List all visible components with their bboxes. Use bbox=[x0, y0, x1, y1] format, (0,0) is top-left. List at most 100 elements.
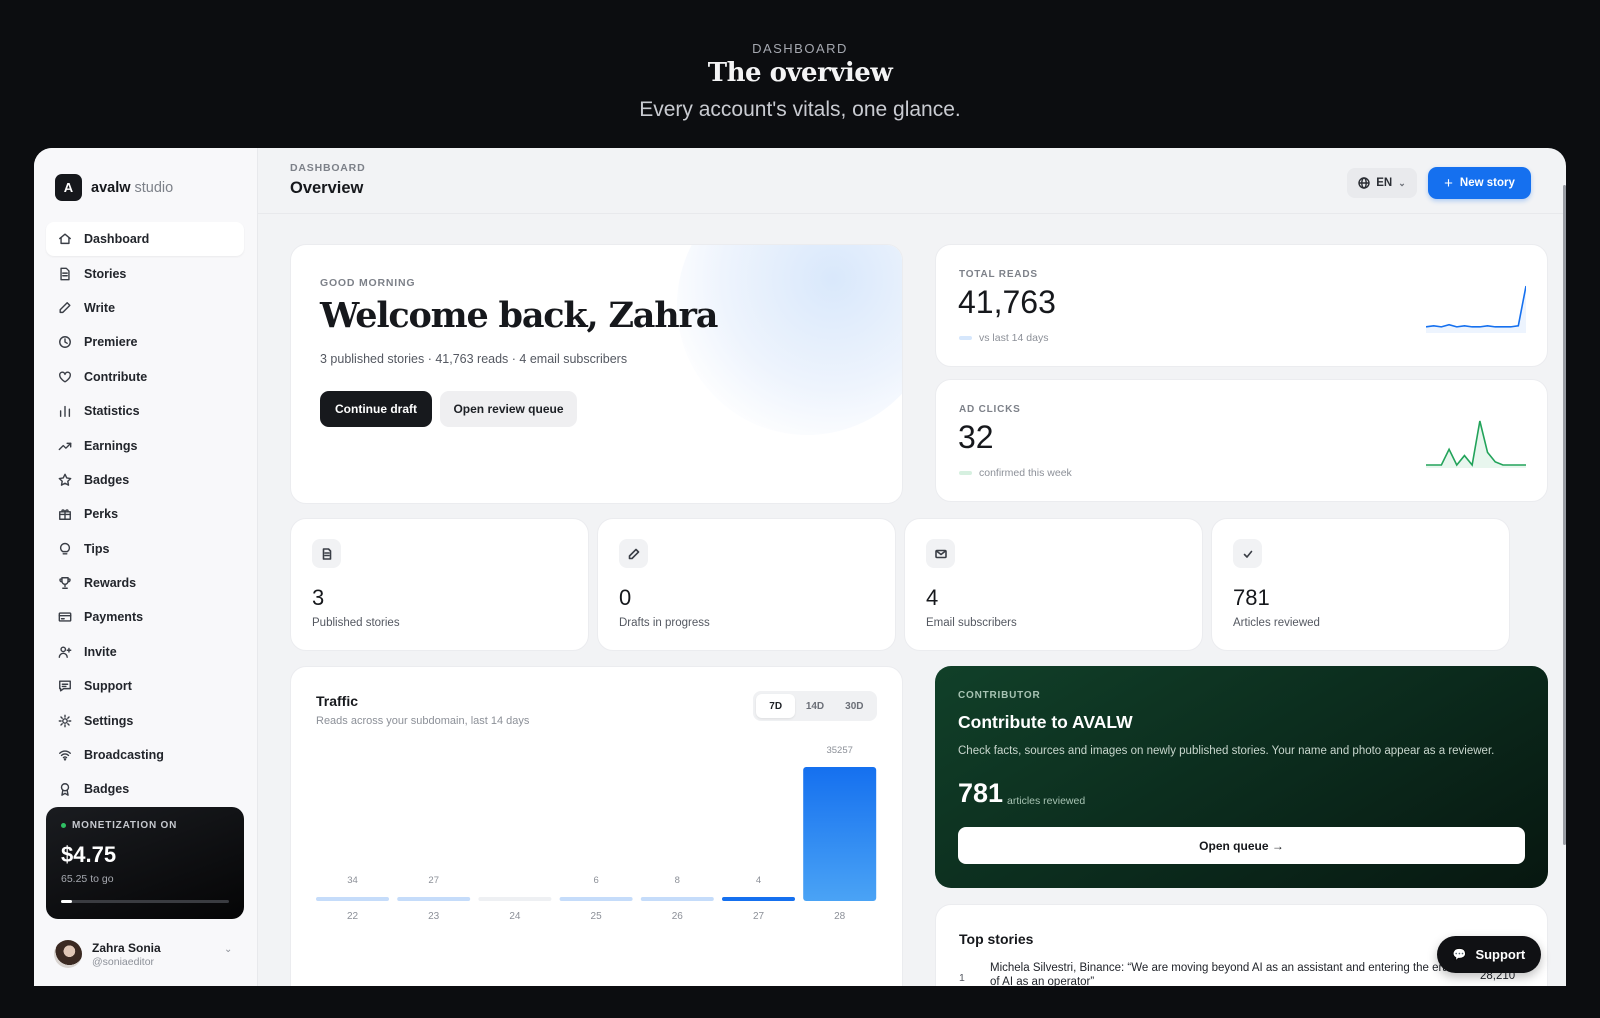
home-icon bbox=[59, 233, 71, 245]
welcome-card: GOOD MORNING Welcome back, Zahra 3 publi… bbox=[290, 244, 903, 504]
sidebar-item-label: Rewards bbox=[84, 576, 137, 591]
sidebar-item-rewards[interactable]: Rewards bbox=[46, 566, 244, 600]
sidebar-item-stories[interactable]: Stories bbox=[46, 256, 244, 290]
sidebar-item-perks[interactable]: Perks bbox=[46, 497, 244, 531]
monetization-amount: $4.75 bbox=[61, 842, 117, 867]
bar-28[interactable] bbox=[803, 767, 877, 901]
support-button[interactable]: 💬 Support bbox=[1437, 936, 1541, 973]
user-name: Zahra Sonia bbox=[92, 940, 161, 955]
welcome-meta: 3 published stories · 41,763 reads · 4 e… bbox=[320, 352, 628, 366]
bar-27[interactable] bbox=[722, 897, 795, 901]
total-reads-compare: vs last 14 days bbox=[959, 332, 1048, 344]
contributor-title: Contribute to AVALW bbox=[958, 712, 1133, 732]
bar-22[interactable] bbox=[316, 897, 389, 901]
story-title: Michela Silvestri, Binance: “We are movi… bbox=[990, 962, 1449, 986]
sidebar-item-badges[interactable]: Badges bbox=[46, 463, 244, 497]
new-story-button[interactable]: + New story bbox=[1428, 167, 1531, 199]
reviewed-count: 781 bbox=[958, 778, 1004, 808]
ad-clicks-value: 32 bbox=[958, 419, 994, 455]
trophy-icon bbox=[59, 577, 71, 590]
avatar bbox=[54, 940, 82, 968]
clicks-sparkline bbox=[1426, 418, 1526, 468]
sidebar-item-earnings[interactable]: Earnings bbox=[46, 428, 244, 462]
data-label: 27 bbox=[428, 875, 439, 886]
stat-card-subscribers[interactable]: 4 Email subscribers bbox=[904, 518, 1203, 651]
sparkline-line bbox=[1426, 286, 1526, 327]
sidebar-item-label: Broadcasting bbox=[84, 748, 164, 763]
sidebar-item-invite[interactable]: Invite bbox=[46, 635, 244, 669]
clock-icon bbox=[59, 336, 71, 349]
topbar: DASHBOARD Overview EN ⌄ + New story bbox=[258, 148, 1566, 214]
chevron-down-icon: ⌄ bbox=[1398, 177, 1406, 188]
bar-26[interactable] bbox=[640, 897, 714, 901]
document-icon bbox=[312, 539, 341, 568]
sidebar-item-label: Dashboard bbox=[84, 232, 150, 247]
x-tick-label: 25 bbox=[591, 911, 603, 922]
sidebar-item-support[interactable]: Support bbox=[46, 669, 244, 703]
sidebar-item-label: Tips bbox=[84, 541, 110, 556]
total-reads-card[interactable]: TOTAL READS 41,763 vs last 14 days bbox=[935, 244, 1548, 367]
open-review-queue-button[interactable]: Open review queue bbox=[440, 391, 577, 427]
sidebar-item-premiere[interactable]: Premiere bbox=[46, 325, 244, 359]
sidebar-item-broadcasting[interactable]: Broadcasting bbox=[46, 738, 244, 772]
range-30d-tab[interactable]: 30D bbox=[835, 694, 874, 718]
sidebar-item-contribute[interactable]: Contribute bbox=[46, 360, 244, 394]
globe-icon bbox=[1358, 177, 1370, 189]
welcome-title: Welcome back, Zahra bbox=[320, 295, 718, 336]
sidebar-item-statistics[interactable]: Statistics bbox=[46, 394, 244, 428]
sidebar-item-write[interactable]: Write bbox=[46, 291, 244, 325]
monetization-to-go: 65.25 to go bbox=[61, 873, 114, 885]
stat-value: 3 bbox=[312, 585, 325, 610]
decorative-glow bbox=[677, 245, 902, 435]
award-icon bbox=[60, 783, 70, 797]
data-label: 8 bbox=[675, 875, 680, 886]
stat-card-reviewed[interactable]: 781 Articles reviewed bbox=[1211, 518, 1510, 651]
user-handle: @soniaeditor bbox=[92, 955, 155, 968]
user-profile[interactable]: Zahra Sonia @soniaeditor bbox=[54, 940, 161, 968]
trending-up-icon bbox=[58, 442, 72, 450]
document-icon bbox=[60, 267, 70, 280]
sidebar-item-badges[interactable]: Badges bbox=[46, 772, 244, 806]
language-label: EN bbox=[1376, 177, 1393, 189]
breadcrumb: DASHBOARD bbox=[290, 162, 366, 174]
page-title: Overview bbox=[290, 179, 364, 197]
x-tick-label: 24 bbox=[509, 911, 521, 922]
monetization-card[interactable]: MONETIZATION ON $4.75 65.25 to go bbox=[46, 807, 244, 919]
hero-eyebrow: DASHBOARD bbox=[752, 41, 848, 56]
stat-label: Articles reviewed bbox=[1233, 617, 1320, 629]
scrollbar[interactable] bbox=[1563, 185, 1566, 845]
x-tick-label: 28 bbox=[834, 911, 846, 922]
chat-bubble-icon: 💬 bbox=[1452, 949, 1467, 961]
bar-25[interactable] bbox=[559, 897, 633, 901]
bar-24[interactable] bbox=[478, 897, 552, 901]
range-7d-tab[interactable]: 7D bbox=[756, 694, 796, 718]
sidebar-item-dashboard[interactable]: Dashboard bbox=[46, 222, 244, 257]
range-selector: 7D 14D 30D bbox=[753, 691, 877, 721]
monetization-label: MONETIZATION ON bbox=[61, 820, 229, 831]
sidebar-item-settings[interactable]: Settings bbox=[46, 703, 244, 737]
brand-suffix: studio bbox=[134, 179, 174, 196]
range-14d-tab[interactable]: 14D bbox=[795, 694, 834, 718]
contributor-eyebrow: CONTRIBUTOR bbox=[958, 690, 1041, 701]
stat-card-published[interactable]: 3 Published stories bbox=[290, 518, 589, 651]
sidebar-item-label: Premiere bbox=[84, 335, 138, 350]
monetization-progress bbox=[61, 900, 229, 903]
ad-clicks-card[interactable]: AD CLICKS 32 confirmed this week bbox=[935, 379, 1548, 502]
open-queue-button[interactable]: Open queue → bbox=[958, 827, 1525, 864]
sidebar-item-label: Settings bbox=[84, 713, 134, 728]
x-tick-label: 23 bbox=[428, 911, 440, 922]
sidebar-item-label: Write bbox=[84, 300, 116, 315]
bar-23[interactable] bbox=[397, 897, 471, 901]
chevron-down-icon[interactable]: ⌄ bbox=[224, 944, 232, 955]
sidebar-item-label: Invite bbox=[84, 644, 117, 659]
sidebar-item-payments[interactable]: Payments bbox=[46, 600, 244, 634]
stat-card-drafts[interactable]: 0 Drafts in progress bbox=[597, 518, 896, 651]
sidebar-item-label: Payments bbox=[84, 610, 144, 625]
language-selector[interactable]: EN ⌄ bbox=[1347, 168, 1417, 198]
continue-draft-button[interactable]: Continue draft bbox=[320, 391, 432, 427]
sidebar-item-tips[interactable]: Tips bbox=[46, 532, 244, 566]
brand[interactable]: A avalw studio bbox=[55, 174, 173, 201]
sidebar-nav: Dashboard Stories Write Premiere Contribute S… bbox=[46, 222, 244, 807]
user-plus-icon bbox=[58, 646, 72, 658]
brand-logo: A bbox=[55, 174, 82, 201]
